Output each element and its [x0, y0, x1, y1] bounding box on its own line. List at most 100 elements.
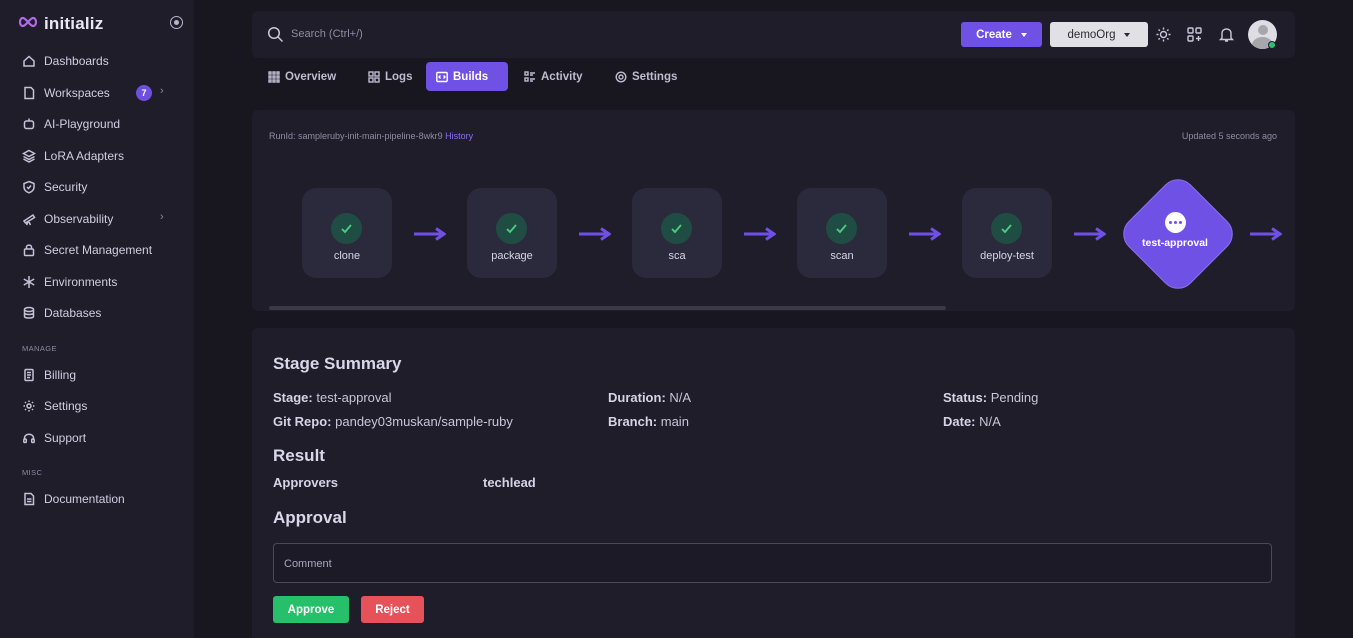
sidebar-item-support[interactable]: Support — [22, 427, 182, 449]
grid-icon — [268, 70, 280, 83]
bell-icon[interactable] — [1218, 26, 1235, 43]
check-icon — [826, 213, 857, 244]
sidebar: initializ Dashboards Workspaces 7 › AI-P… — [0, 0, 194, 638]
horizontal-scrollbar[interactable] — [269, 306, 946, 310]
stage-node-sca[interactable]: sca — [632, 188, 722, 278]
sidebar-item-label: Environments — [44, 275, 118, 289]
field-key: Date: — [943, 414, 976, 429]
infinity-logo-icon — [17, 15, 39, 33]
stage-node-clone[interactable]: clone — [302, 188, 392, 278]
date-field: Date: N/A — [943, 414, 1001, 429]
approvers-value: techlead — [483, 475, 536, 490]
headset-icon — [22, 431, 36, 445]
stage-node-test-approval[interactable] — [1115, 171, 1241, 297]
tab-activity[interactable]: Activity — [514, 62, 593, 91]
reject-button[interactable]: Reject — [361, 596, 424, 623]
field-value: N/A — [669, 390, 692, 405]
sidebar-collapse-toggle-icon[interactable] — [170, 16, 183, 29]
sidebar-item-label: Security — [44, 180, 88, 194]
gear-icon — [615, 70, 627, 83]
arrow-right-icon — [579, 227, 611, 241]
create-button[interactable]: Create — [961, 22, 1042, 47]
stage-node-deploy-test[interactable]: deploy-test — [962, 188, 1052, 278]
more-dots-icon — [1165, 212, 1186, 233]
sidebar-item-label: Databases — [44, 306, 102, 320]
sidebar-item-dashboards[interactable]: Dashboards — [22, 50, 182, 72]
sidebar-item-workspaces[interactable]: Workspaces 7 › — [22, 82, 182, 104]
brand-name: initializ — [44, 14, 104, 33]
online-status-dot — [1268, 41, 1276, 49]
sidebar-item-lora-adapters[interactable]: LoRA Adapters — [22, 145, 182, 167]
tab-label: Logs — [385, 70, 413, 83]
field-key: Status: — [943, 390, 988, 405]
sun-icon[interactable] — [1155, 26, 1172, 43]
file-icon — [22, 86, 36, 100]
caret-down-icon — [1020, 32, 1027, 37]
pipeline-card: RunId: sampleruby-init-main-pipeline-8wk… — [252, 110, 1295, 311]
field-key: Stage: — [273, 390, 313, 405]
sidebar-item-documentation[interactable]: Documentation — [22, 488, 182, 510]
sidebar-item-label: Support — [44, 431, 87, 445]
sidebar-item-ai-playground[interactable]: AI-Playground — [22, 113, 182, 135]
stage-label: deploy-test — [980, 250, 1034, 262]
stage-label: test-approval — [1142, 237, 1208, 249]
sidebar-item-security[interactable]: Security — [22, 176, 182, 198]
approve-button[interactable]: Approve — [273, 596, 349, 623]
tab-settings[interactable]: Settings — [605, 62, 687, 91]
apps-add-icon[interactable] — [1186, 26, 1203, 43]
stage-label: package — [491, 250, 533, 262]
sidebar-item-observability[interactable]: Observability › — [22, 208, 182, 230]
sidebar-item-label: Billing — [44, 368, 77, 382]
sidebar-item-secret-management[interactable]: Secret Management — [22, 239, 182, 261]
check-icon — [496, 213, 527, 244]
chevron-right-icon: › — [160, 85, 164, 97]
sidebar-item-label: Settings — [44, 399, 88, 413]
stage-label: clone — [333, 250, 361, 262]
sidebar-item-databases[interactable]: Databases — [22, 302, 182, 324]
shield-icon — [22, 180, 36, 194]
create-button-label: Create — [976, 28, 1012, 41]
code-icon — [436, 71, 448, 83]
duration-field: Duration: N/A — [608, 390, 691, 405]
manage-section-label: MANAGE — [22, 344, 57, 353]
field-key: Duration: — [608, 390, 666, 405]
comment-input[interactable]: Comment — [273, 543, 1272, 583]
check-icon — [331, 213, 362, 244]
field-value: main — [660, 414, 689, 429]
arrow-right-icon — [909, 227, 941, 241]
history-link[interactable]: History — [445, 131, 473, 141]
arrow-right-icon — [414, 227, 446, 241]
search-input[interactable]: Search (Ctrl+/) — [291, 28, 363, 40]
tab-logs[interactable]: Logs — [358, 62, 422, 91]
search-icon[interactable] — [267, 26, 284, 48]
result-title: Result — [273, 446, 325, 465]
avatar-head-icon — [1257, 25, 1268, 35]
snowflake-icon — [22, 275, 36, 289]
sidebar-item-label: Workspaces — [44, 86, 110, 100]
sidebar-item-label: Documentation — [44, 492, 125, 506]
layers-icon — [22, 149, 36, 163]
tab-label: Activity — [541, 70, 583, 83]
arrow-right-icon — [1250, 227, 1282, 241]
sidebar-item-billing[interactable]: Billing — [22, 364, 182, 386]
field-value: Pending — [990, 390, 1039, 405]
org-selector[interactable]: demoOrg — [1050, 22, 1148, 47]
home-icon — [22, 54, 36, 68]
sidebar-item-settings[interactable]: Settings — [22, 395, 182, 417]
stage-summary-card: Stage Summary Stage: test-approval Durat… — [252, 328, 1295, 638]
tab-label: Overview — [285, 70, 337, 83]
git-repo-field: Git Repo: pandey03muskan/sample-ruby — [273, 414, 513, 429]
caret-down-icon — [1124, 32, 1131, 37]
stage-node-package[interactable]: package — [467, 188, 557, 278]
sidebar-item-label: Dashboards — [44, 54, 109, 68]
stage-summary-title: Stage Summary — [273, 354, 402, 373]
tab-builds[interactable]: Builds — [426, 62, 508, 91]
brand-logo[interactable]: initializ — [17, 12, 103, 36]
field-value: N/A — [979, 414, 1001, 429]
lock-icon — [22, 243, 36, 257]
workspaces-count-badge: 7 — [136, 85, 152, 101]
tab-overview[interactable]: Overview — [258, 62, 346, 91]
sidebar-item-label: LoRA Adapters — [44, 149, 125, 163]
sidebar-item-environments[interactable]: Environments — [22, 271, 182, 293]
stage-node-scan[interactable]: scan — [797, 188, 887, 278]
